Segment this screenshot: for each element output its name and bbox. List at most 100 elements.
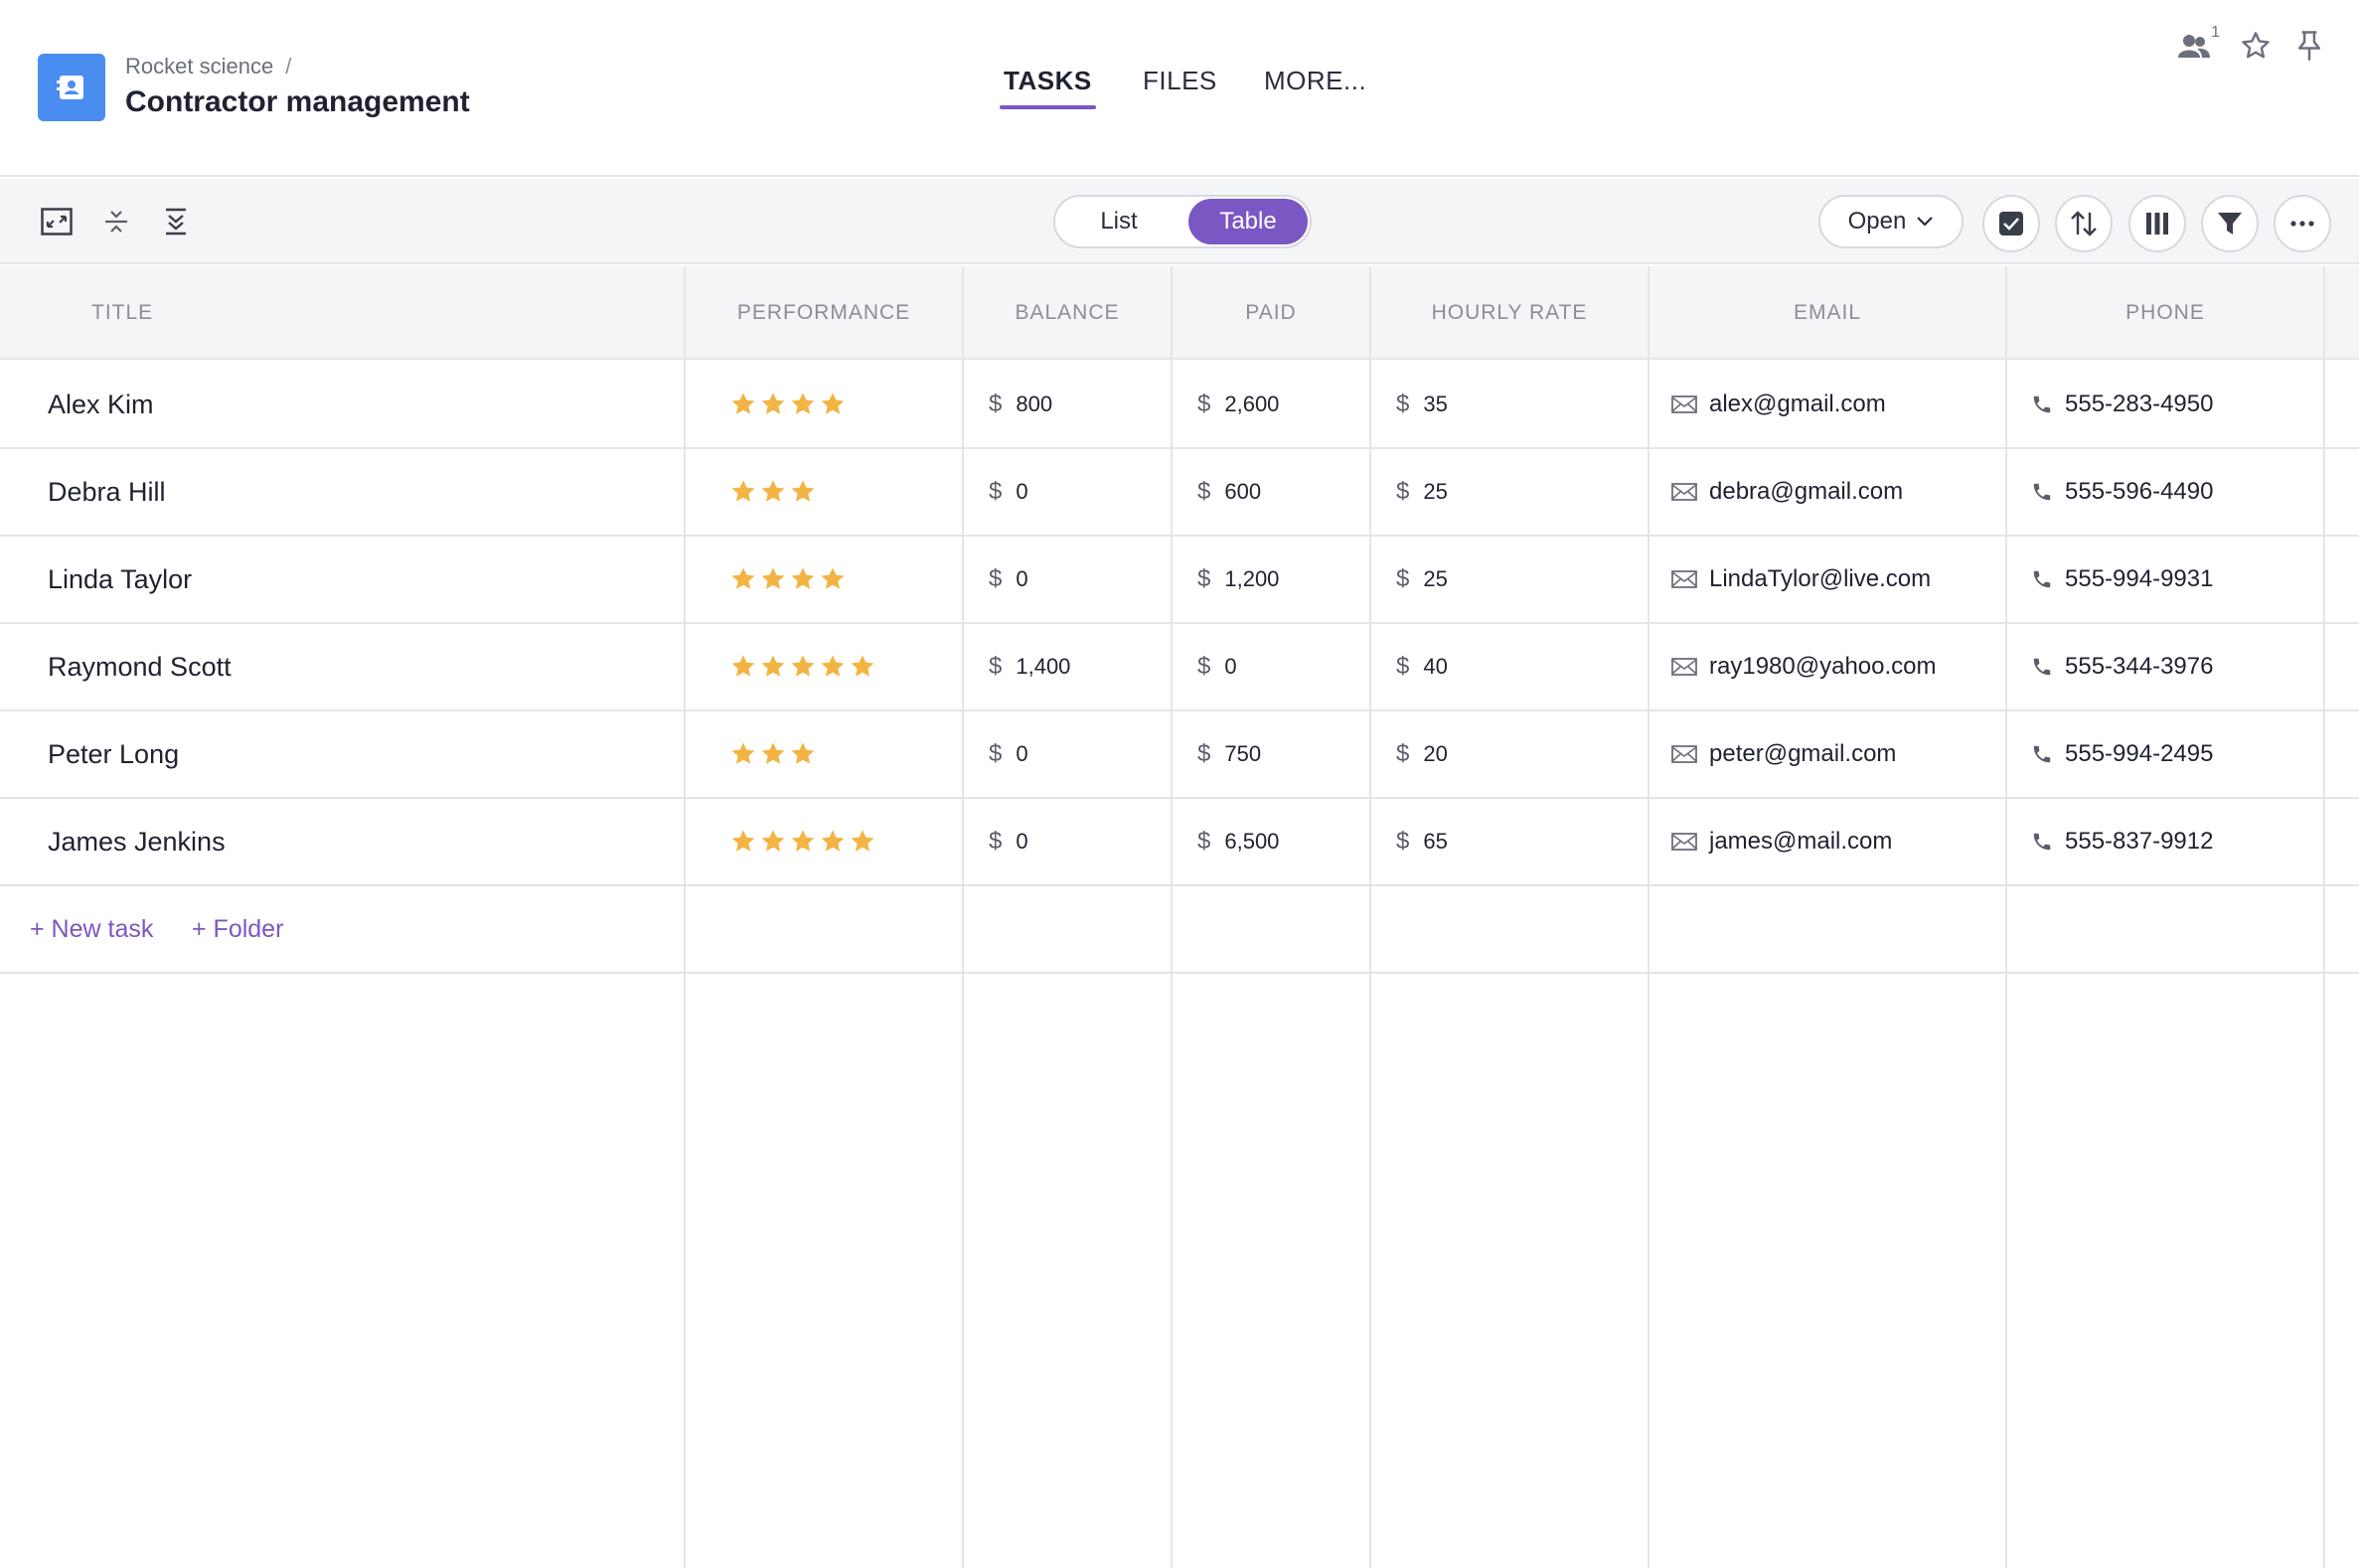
email-cell[interactable]: james@mail.com	[1671, 799, 1892, 884]
hourly-rate-value: 40	[1423, 654, 1448, 679]
phone-cell[interactable]: 555-994-9931	[2031, 537, 2213, 622]
column-header-phone[interactable]: PHONE	[2007, 266, 2323, 360]
fullscreen-button[interactable]	[38, 203, 76, 240]
phone-cell[interactable]: 555-837-9912	[2031, 799, 2213, 884]
hourly-rate-cell[interactable]: $20	[1396, 711, 1448, 797]
paid-cell[interactable]: $0	[1197, 624, 1237, 709]
performance-rating[interactable]	[729, 711, 817, 797]
hourly-rate-value: 65	[1423, 829, 1448, 854]
phone-cell[interactable]: 555-994-2495	[2031, 711, 2213, 797]
new-task-link[interactable]: + New task	[30, 886, 153, 972]
email-value: LindaTylor@live.com	[1709, 565, 1932, 592]
table-row[interactable]: Peter Long $0 $750 $20 peter@gmail.com 555-99…	[0, 711, 2359, 799]
new-folder-link[interactable]: + Folder	[192, 886, 283, 972]
show-completed-button[interactable]	[1982, 195, 2040, 252]
hourly-rate-value: 25	[1423, 566, 1448, 591]
balance-cell[interactable]: $0	[989, 711, 1028, 797]
column-header-title[interactable]: TITLE	[0, 266, 684, 360]
email-cell[interactable]: ray1980@yahoo.com	[1671, 624, 1937, 709]
balance-cell[interactable]: $1,400	[989, 624, 1070, 709]
performance-rating[interactable]	[729, 799, 876, 884]
currency-symbol: $	[989, 828, 1003, 855]
tab-more[interactable]: MORE...	[1264, 66, 1366, 96]
balance-cell[interactable]: $0	[989, 537, 1028, 622]
email-cell[interactable]: peter@gmail.com	[1671, 711, 1896, 797]
hourly-rate-cell[interactable]: $25	[1396, 449, 1448, 535]
hourly-rate-cell[interactable]: $40	[1396, 624, 1448, 709]
table-row[interactable]: Raymond Scott $1,400 $0 $40 ray1980@yahoo.co…	[0, 624, 2359, 711]
rating-star-icon	[761, 480, 785, 502]
column-header-email[interactable]: EMAIL	[1650, 266, 2005, 360]
currency-symbol: $	[1197, 478, 1211, 505]
email-cell[interactable]: LindaTylor@live.com	[1671, 537, 1931, 622]
table-row[interactable]: Debra Hill $0 $600 $25 debra@gmail.com 555-59…	[0, 449, 2359, 537]
paid-value: 2,600	[1224, 392, 1280, 416]
collapse-all-button[interactable]	[97, 203, 135, 240]
task-title[interactable]: Peter Long	[48, 711, 179, 797]
balance-cell[interactable]: $0	[989, 799, 1028, 884]
sort-button[interactable]	[2055, 195, 2113, 252]
currency-symbol: $	[1396, 565, 1410, 592]
phone-cell[interactable]: 555-596-4490	[2031, 449, 2213, 535]
paid-cell[interactable]: $600	[1197, 449, 1261, 535]
performance-rating[interactable]	[729, 537, 847, 622]
hourly-rate-cell[interactable]: $35	[1396, 362, 1448, 447]
status-filter-dropdown[interactable]: Open	[1818, 195, 1964, 248]
performance-rating[interactable]	[729, 362, 847, 447]
table-row[interactable]: Linda Taylor $0 $1,200 $25 LindaTylor@live.c…	[0, 537, 2359, 624]
list-view-option[interactable]: List	[1059, 199, 1179, 244]
breadcrumb-separator: /	[285, 54, 292, 78]
table-row[interactable]: Alex Kim $800 $2,600 $35 alex@gmail.com 555-2…	[0, 362, 2359, 449]
paid-cell[interactable]: $2,600	[1197, 362, 1279, 447]
expand-all-icon	[166, 208, 186, 235]
table-row[interactable]: James Jenkins $0 $6,500 $65 james@mail.com 55…	[0, 799, 2359, 886]
column-header-hourly-rate[interactable]: HOURLY RATE	[1371, 266, 1648, 360]
paid-cell[interactable]: $6,500	[1197, 799, 1279, 884]
more-options-button[interactable]	[2274, 195, 2331, 252]
phone-cell[interactable]: 555-344-3976	[2031, 624, 2213, 709]
rating-star-icon	[761, 392, 785, 414]
performance-rating[interactable]	[729, 449, 817, 535]
hourly-rate-cell[interactable]: $25	[1396, 537, 1448, 622]
columns-button[interactable]	[2128, 195, 2186, 252]
members-button[interactable]: 1	[2174, 24, 2220, 64]
phone-icon	[2031, 743, 2053, 765]
contacts-app-icon[interactable]	[38, 54, 105, 121]
breadcrumb[interactable]: Rocket science /	[125, 54, 291, 79]
column-header-balance[interactable]: BALANCE	[964, 266, 1171, 360]
tab-files[interactable]: FILES	[1143, 66, 1217, 96]
email-cell[interactable]: alex@gmail.com	[1671, 362, 1886, 447]
task-title[interactable]: James Jenkins	[48, 799, 226, 884]
hourly-rate-cell[interactable]: $65	[1396, 799, 1448, 884]
favorite-button[interactable]	[2236, 28, 2276, 64]
task-title[interactable]: Linda Taylor	[48, 537, 192, 622]
rating-star-icon	[761, 655, 785, 677]
phone-cell[interactable]: 555-283-4950	[2031, 362, 2213, 447]
status-filter-value: Open	[1847, 208, 1907, 235]
chevron-down-icon	[1917, 217, 1934, 227]
email-value: ray1980@yahoo.com	[1709, 653, 1937, 680]
balance-cell[interactable]: $800	[989, 362, 1052, 447]
hourly-rate-value: 20	[1423, 741, 1448, 766]
phone-value: 555-283-4950	[2065, 391, 2214, 417]
table-view-option[interactable]: Table	[1188, 199, 1308, 244]
task-title[interactable]: Raymond Scott	[48, 624, 232, 709]
breadcrumb-project[interactable]: Rocket science	[125, 54, 273, 78]
filter-button[interactable]	[2201, 195, 2259, 252]
pin-button[interactable]	[2289, 28, 2329, 64]
expand-all-button[interactable]	[157, 203, 195, 240]
task-title[interactable]: Debra Hill	[48, 449, 166, 535]
paid-cell[interactable]: $1,200	[1197, 537, 1279, 622]
balance-cell[interactable]: $0	[989, 449, 1028, 535]
email-value: debra@gmail.com	[1709, 478, 1904, 505]
expand-icon	[41, 208, 73, 235]
column-header-performance[interactable]: PERFORMANCE	[686, 266, 962, 360]
performance-rating[interactable]	[729, 624, 876, 709]
phone-value: 555-994-2495	[2065, 740, 2214, 767]
email-cell[interactable]: debra@gmail.com	[1671, 449, 1903, 535]
column-header-paid[interactable]: PAID	[1173, 266, 1369, 360]
paid-cell[interactable]: $750	[1197, 711, 1261, 797]
task-title[interactable]: Alex Kim	[48, 362, 154, 447]
currency-symbol: $	[1197, 653, 1211, 680]
tab-tasks[interactable]: TASKS	[1000, 66, 1096, 109]
